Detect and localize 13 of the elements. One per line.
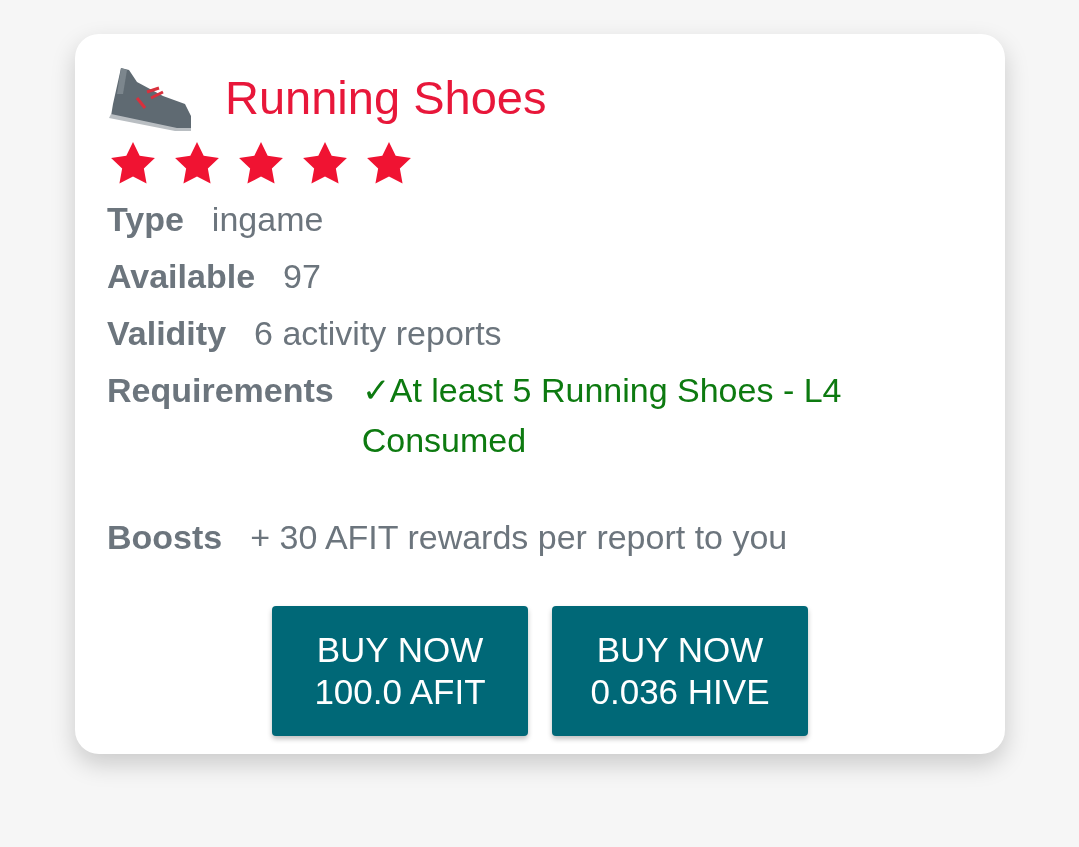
item-title: Running Shoes (225, 72, 547, 124)
detail-label: Validity (107, 313, 227, 354)
detail-label: Available (107, 256, 256, 297)
boosts-value: + 30 AFIT rewards per report to you (250, 517, 788, 558)
detail-value: 6 activity reports (254, 313, 502, 354)
buy-button[interactable]: BUY NOW 100.0 AFIT (272, 606, 528, 736)
detail-label: Type (107, 199, 184, 240)
requirement-text: ✓At least 5 Running Shoes - L4 Consumed (361, 370, 843, 461)
detail-value: 97 (283, 256, 321, 297)
detail-value: ingame (211, 199, 324, 240)
buy-button[interactable]: BUY NOW 0.036 HIVE (552, 606, 808, 736)
boosts-label: Boosts (107, 517, 223, 558)
detail-label: Requirements (107, 370, 334, 411)
